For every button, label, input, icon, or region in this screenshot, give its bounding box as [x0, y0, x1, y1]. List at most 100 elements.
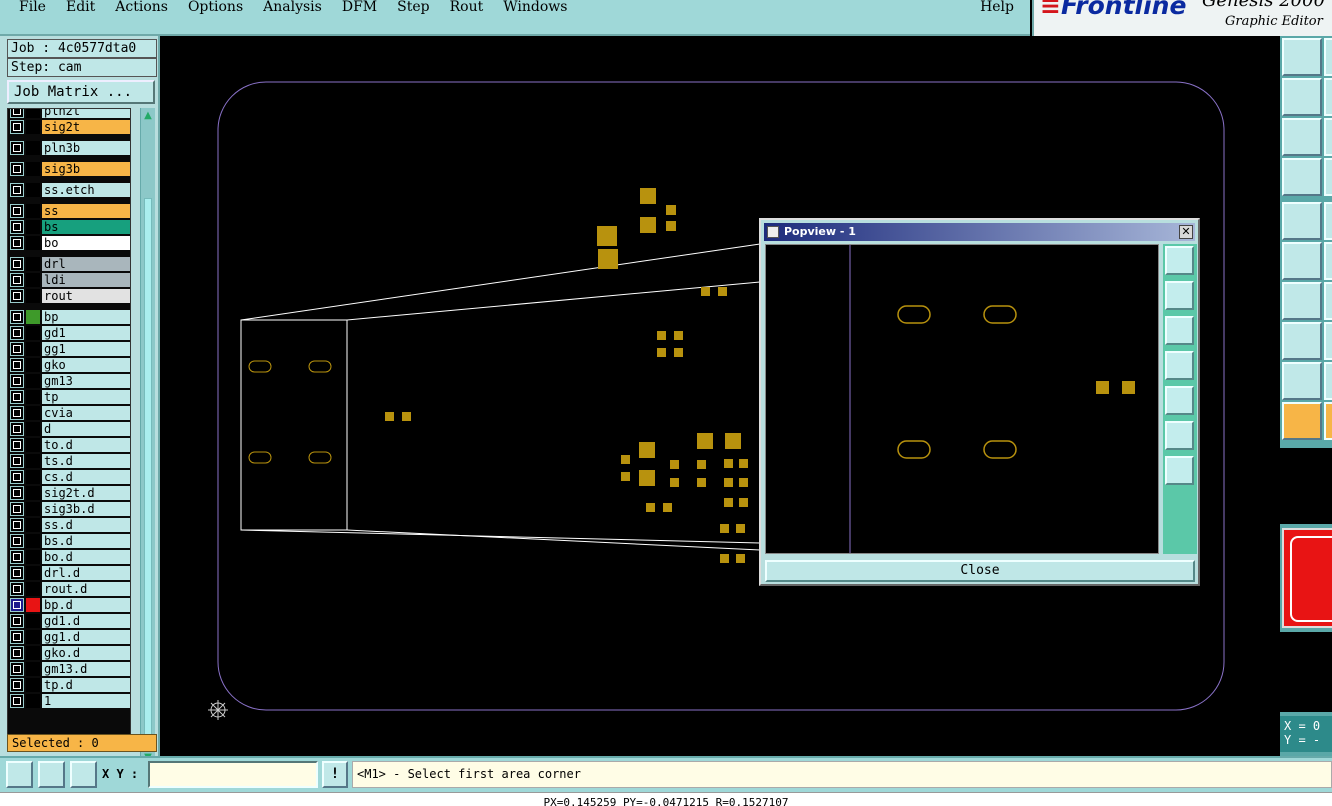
- layer-checkbox[interactable]: [10, 661, 24, 676]
- layer-row[interactable]: sig2t: [10, 119, 130, 134]
- layer-checkbox[interactable]: [10, 219, 24, 234]
- xy-input[interactable]: [148, 761, 318, 788]
- info-button[interactable]: !: [322, 761, 348, 788]
- layer-row[interactable]: gg1: [10, 341, 130, 356]
- popview-canvas[interactable]: [765, 244, 1159, 554]
- pointer-arrow-icon[interactable]: [1282, 402, 1322, 440]
- scroll-thumb[interactable]: [144, 198, 152, 738]
- scroll-up-arrow-icon[interactable]: ▲: [142, 110, 154, 122]
- layer-row[interactable]: bo.d: [10, 549, 130, 564]
- pan-right-icon[interactable]: [1165, 386, 1194, 415]
- color-swatch-indicator[interactable]: [1282, 528, 1332, 628]
- layer-row[interactable]: tp.d: [10, 677, 130, 692]
- close-icon[interactable]: ✕: [1179, 225, 1193, 239]
- popview-close-button[interactable]: Close: [765, 560, 1195, 582]
- layer-row[interactable]: ldi: [10, 272, 130, 287]
- pan-down-icon[interactable]: [1165, 316, 1194, 345]
- layer-row[interactable]: cs.d: [10, 469, 130, 484]
- layer-checkbox[interactable]: [10, 272, 24, 287]
- menu-actions[interactable]: Actions: [95, 0, 168, 15]
- layer-row[interactable]: tp: [10, 389, 130, 404]
- layer-checkbox[interactable]: [10, 677, 24, 692]
- pan-up-icon[interactable]: [1165, 281, 1194, 310]
- zoom-out-icon[interactable]: [1165, 456, 1194, 485]
- layer-row[interactable]: bo: [10, 235, 130, 250]
- layer-checkbox[interactable]: [10, 485, 24, 500]
- layer-checkbox[interactable]: [10, 389, 24, 404]
- menu-step[interactable]: Step: [377, 0, 429, 15]
- line-tool-icon[interactable]: [1282, 282, 1322, 320]
- layer-checkbox[interactable]: [10, 373, 24, 388]
- layer-checkbox[interactable]: [10, 437, 24, 452]
- layer-row[interactable]: sig3b.d: [10, 501, 130, 516]
- layer-checkbox[interactable]: [10, 693, 24, 708]
- layer-checkbox[interactable]: [10, 405, 24, 420]
- layer-checkbox[interactable]: [10, 565, 24, 580]
- menu-options[interactable]: Options: [168, 0, 243, 15]
- popview-titlebar[interactable]: Popview - 1 ✕: [764, 223, 1195, 241]
- layer-checkbox[interactable]: [10, 109, 24, 118]
- layer-checkbox[interactable]: [10, 645, 24, 660]
- layer-checkbox[interactable]: [10, 325, 24, 340]
- menu-windows[interactable]: Windows: [483, 0, 567, 15]
- layer-checkbox[interactable]: [10, 469, 24, 484]
- menu-rout[interactable]: Rout: [430, 0, 484, 15]
- layer-checkbox[interactable]: [10, 357, 24, 372]
- layer-checkbox[interactable]: [10, 235, 24, 250]
- layer-checkbox[interactable]: [10, 421, 24, 436]
- layer-checkbox[interactable]: [10, 581, 24, 596]
- layer-row[interactable]: ss.etch: [10, 182, 130, 197]
- layer-row[interactable]: gm13: [10, 373, 130, 388]
- layer-row[interactable]: gko: [10, 357, 130, 372]
- layer-checkbox[interactable]: [10, 517, 24, 532]
- layer-row[interactable]: gd1: [10, 325, 130, 340]
- layer-scrollbar[interactable]: ▲ ▼: [140, 108, 155, 766]
- layer-row[interactable]: gko.d: [10, 645, 130, 660]
- layer-row[interactable]: bp.d: [10, 597, 130, 612]
- layer-row[interactable]: pln3b: [10, 140, 130, 155]
- layer-row[interactable]: drl.d: [10, 565, 130, 580]
- pan-left-icon[interactable]: [1165, 351, 1194, 380]
- layer-row[interactable]: d: [10, 421, 130, 436]
- layer-checkbox[interactable]: [10, 256, 24, 271]
- layer-checkbox[interactable]: [10, 161, 24, 176]
- layer-row[interactable]: ts.d: [10, 453, 130, 468]
- menu-dfm[interactable]: DFM: [322, 0, 377, 15]
- menu-edit[interactable]: Edit: [46, 0, 95, 15]
- layer-row[interactable]: ss: [10, 203, 130, 218]
- layer-row[interactable]: drl: [10, 256, 130, 271]
- menu-analysis[interactable]: Analysis: [243, 0, 322, 15]
- layer-checkbox[interactable]: [10, 288, 24, 303]
- layer-row[interactable]: bs.d: [10, 533, 130, 548]
- layer-row[interactable]: gd1.d: [10, 613, 130, 628]
- layer-row[interactable]: gm13.d: [10, 661, 130, 676]
- measure-angle-icon[interactable]: [38, 761, 65, 788]
- layer-row[interactable]: 1: [10, 693, 130, 708]
- layer-row[interactable]: pln2t: [10, 109, 130, 118]
- measure-tool-icon[interactable]: [1282, 158, 1322, 196]
- layer-row[interactable]: rout.d: [10, 581, 130, 596]
- layer-checkbox[interactable]: [10, 119, 24, 134]
- layer-checkbox[interactable]: [10, 629, 24, 644]
- triangle-tool-icon[interactable]: [1282, 362, 1322, 400]
- net-tool-icon[interactable]: [1282, 242, 1322, 280]
- menu-help[interactable]: Help: [960, 0, 1014, 15]
- layer-checkbox[interactable]: [10, 309, 24, 324]
- snap-grid-icon[interactable]: [70, 761, 97, 788]
- layer-row[interactable]: to.d: [10, 437, 130, 452]
- layer-checkbox[interactable]: [10, 140, 24, 155]
- layer-left-icon[interactable]: [1282, 78, 1322, 116]
- layer-checkbox[interactable]: [10, 533, 24, 548]
- pad-tool-icon[interactable]: [1282, 202, 1322, 240]
- layer-checkbox[interactable]: [10, 613, 24, 628]
- layer-row[interactable]: bp: [10, 309, 130, 324]
- layer-row[interactable]: bs: [10, 219, 130, 234]
- layer-row[interactable]: sig3b: [10, 161, 130, 176]
- zoom-window-icon[interactable]: [6, 761, 33, 788]
- layer-row[interactable]: gg1.d: [10, 629, 130, 644]
- layer-checkbox[interactable]: [10, 453, 24, 468]
- zoom-in-icon[interactable]: [1165, 421, 1194, 450]
- layer-checkbox[interactable]: [10, 182, 24, 197]
- copy-up-icon[interactable]: [1282, 38, 1322, 76]
- zoom-fit-icon[interactable]: [1165, 246, 1194, 275]
